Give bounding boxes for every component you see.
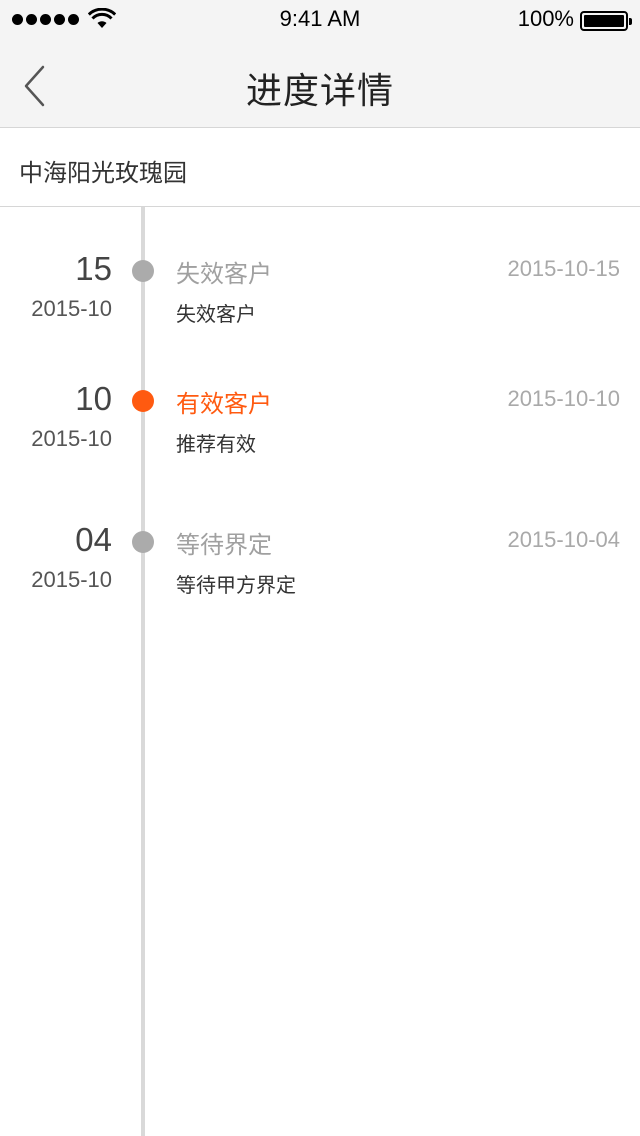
entry-status: 有效客户 (176, 390, 272, 418)
entry-status: 等待界定 (176, 531, 272, 559)
entry-month: 2015-10 (31, 426, 112, 451)
entry-description: 失效客户 (176, 302, 256, 326)
entry-month: 2015-10 (31, 567, 112, 592)
entry-date: 2015-10-15 (507, 256, 620, 281)
entry-day: 10 (75, 380, 112, 417)
timeline-dot (132, 260, 154, 282)
entry-description: 等待甲方界定 (176, 573, 296, 597)
entry-status: 失效客户 (176, 260, 272, 288)
entry-date: 2015-10-10 (507, 386, 620, 411)
timeline-entry: 15 2015-10 失效客户 2015-10-15 失效客户 (0, 250, 640, 350)
page-title: 进度详情 (245, 71, 394, 112)
entry-day: 15 (75, 250, 112, 287)
timeline-entry: 04 2015-10 等待界定 2015-10-04 等待甲方界定 (0, 521, 640, 621)
timeline-dot-active (132, 390, 154, 412)
battery-icon (580, 11, 632, 31)
status-bar: 9:41 AM 100% (0, 0, 640, 40)
timeline-entry: 10 2015-10 有效客户 2015-10-10 推荐有效 (0, 380, 640, 480)
project-header: 中海阳光玫瑰园 (0, 129, 640, 207)
entry-month: 2015-10 (31, 296, 112, 321)
battery-percentage: 100% (517, 6, 574, 31)
entry-day: 04 (75, 521, 112, 558)
entry-description: 推荐有效 (176, 432, 256, 456)
timeline-dot (132, 531, 154, 553)
entry-date: 2015-10-04 (507, 527, 620, 552)
navigation-bar: 进度详情 (0, 40, 640, 128)
project-name: 中海阳光玫瑰园 (19, 159, 187, 187)
